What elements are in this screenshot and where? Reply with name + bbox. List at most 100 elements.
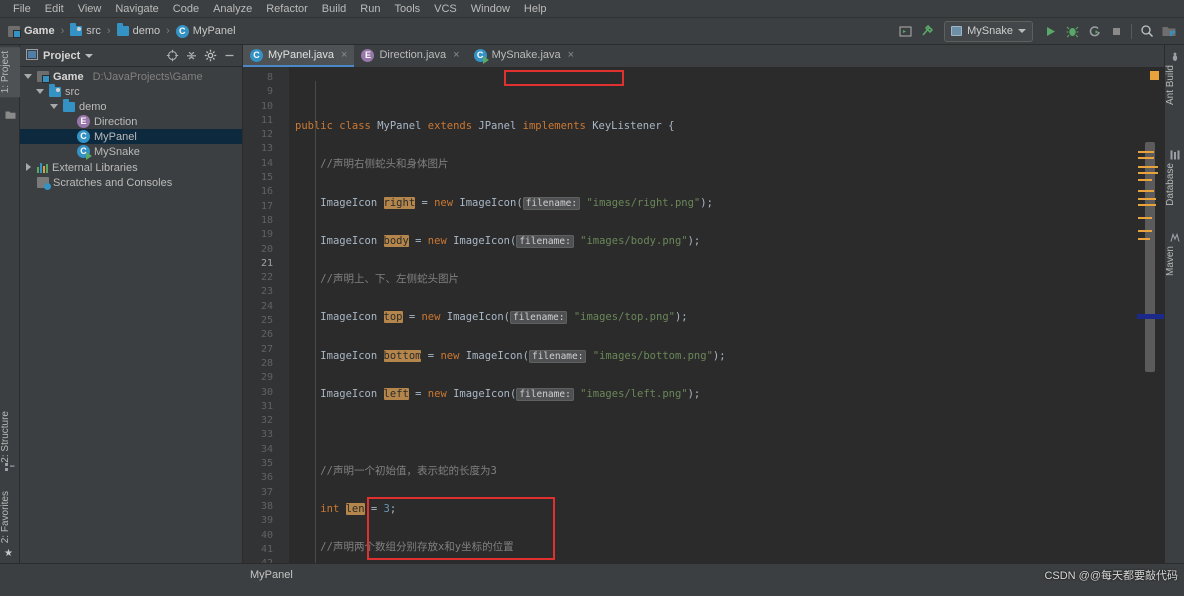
menu-item-run[interactable]: Run: [353, 0, 387, 18]
inspection-status-indicator[interactable]: [1150, 71, 1159, 80]
code-line-14[interactable]: ImageIcon bottom = new ImageIcon(filenam…: [289, 349, 1136, 363]
sidebar-tab-favorites[interactable]: 2: Favorites: [0, 487, 20, 547]
sidebar-tab-maven[interactable]: Maven: [1165, 242, 1184, 280]
line-number: 21: [260, 257, 273, 269]
code-line-12[interactable]: //声明上、下、左侧蛇头图片: [289, 272, 1136, 286]
line-number: 14: [260, 157, 273, 169]
debug-button[interactable]: [1061, 20, 1083, 42]
code-line-16[interactable]: [289, 425, 1136, 439]
search-everywhere-button[interactable]: [1136, 20, 1158, 42]
menu-item-build[interactable]: Build: [315, 0, 353, 18]
sidebar-tab-project[interactable]: 1: Project: [0, 47, 20, 98]
breadcrumb-label: demo: [132, 25, 161, 37]
code-line-18[interactable]: int len = 3;: [289, 502, 1136, 516]
menu-item-edit[interactable]: Edit: [38, 0, 71, 18]
line-number: 39: [260, 515, 273, 527]
select-opened-file-button[interactable]: [164, 47, 181, 64]
code-line-9[interactable]: //声明右侧蛇头和身体图片: [289, 157, 1136, 171]
menu-item-view[interactable]: View: [71, 0, 109, 18]
project-icon: [5, 107, 16, 119]
line-number: 27: [260, 343, 273, 355]
tree-item-label: MyPanel: [94, 130, 137, 143]
stripe-mark: [1138, 172, 1158, 174]
sidebar-tab-database[interactable]: Database: [1165, 159, 1184, 210]
run-config-icon: [951, 26, 963, 36]
build-button[interactable]: [916, 20, 938, 42]
code-line-11[interactable]: ImageIcon body = new ImageIcon(filename:…: [289, 234, 1136, 248]
editor-tab-direction[interactable]: E Direction.java ×: [354, 45, 466, 67]
stop-button[interactable]: [1105, 20, 1127, 42]
editor-tab-mysnake[interactable]: C MySnake.java ×: [467, 45, 582, 67]
editor-scrollbar-thumb[interactable]: [1145, 142, 1155, 372]
menu-item-analyze[interactable]: Analyze: [206, 0, 259, 18]
line-number: 20: [260, 243, 273, 255]
menu-item-file[interactable]: File: [6, 0, 38, 18]
editor-error-stripe[interactable]: [1136, 67, 1165, 563]
tree-item-mysnake[interactable]: C MySnake: [20, 144, 242, 160]
chevron-down-icon[interactable]: [50, 102, 59, 111]
tree-item-demo[interactable]: demo: [20, 98, 242, 114]
code-line-13[interactable]: ImageIcon top = new ImageIcon(filename: …: [289, 310, 1136, 325]
code-line-19[interactable]: //声明两个数组分别存放x和y坐标的位置: [289, 540, 1136, 554]
line-number: 19: [260, 229, 273, 241]
minimize-button[interactable]: [221, 47, 238, 64]
line-number: 28: [260, 357, 273, 369]
close-icon[interactable]: ×: [568, 49, 574, 61]
editor-gutter[interactable]: 8 9 10 11 12 13 14 15 16 17 18 19 20 21 …: [243, 67, 289, 583]
tree-item-game[interactable]: Game D:\JavaProjects\Game: [20, 69, 242, 84]
star-icon: ★: [4, 548, 13, 559]
close-icon[interactable]: ×: [341, 49, 347, 61]
run-button[interactable]: [1039, 20, 1061, 42]
menu-item-navigate[interactable]: Navigate: [108, 0, 165, 18]
menu-item-code[interactable]: Code: [166, 0, 206, 18]
breadcrumb-item-mypanel[interactable]: C MyPanel: [175, 24, 236, 38]
menu-item-refactor[interactable]: Refactor: [259, 0, 315, 18]
tree-item-src[interactable]: src: [20, 83, 242, 99]
line-number: 10: [260, 100, 273, 112]
menu-item-tools[interactable]: Tools: [387, 0, 427, 18]
line-number: 16: [260, 186, 273, 198]
show-layout-button[interactable]: [894, 20, 916, 42]
code-line-15[interactable]: ImageIcon left = new ImageIcon(filename:…: [289, 387, 1136, 402]
code-editor[interactable]: public class MyPanel extends JPanel impl…: [289, 67, 1136, 563]
code-line-8[interactable]: public class MyPanel extends JPanel impl…: [289, 119, 1136, 133]
stripe-mark: [1138, 151, 1154, 153]
toolbar-divider: [1131, 23, 1132, 39]
chevron-down-icon[interactable]: [85, 53, 94, 58]
class-icon: C: [250, 48, 263, 62]
tree-item-direction[interactable]: E Direction: [20, 114, 242, 129]
stripe-mark: [1138, 157, 1154, 159]
menu-item-help[interactable]: Help: [517, 0, 554, 18]
chevron-down-icon[interactable]: [36, 87, 45, 96]
sidebar-tab-label: Ant Build: [1165, 65, 1176, 106]
editor-tab-mypanel[interactable]: C MyPanel.java ×: [243, 45, 355, 67]
chevron-right-icon[interactable]: [24, 163, 33, 172]
sidebar-tab-label: 2: Favorites: [0, 490, 11, 543]
code-line-17[interactable]: //声明一个初始值，表示蛇的长度为3: [289, 464, 1136, 478]
menu-item-vcs[interactable]: VCS: [427, 0, 464, 18]
breadcrumb-item-src[interactable]: src: [70, 23, 101, 37]
module-icon: [8, 25, 21, 38]
chevron-down-icon[interactable]: [24, 72, 33, 81]
project-panel-header: Project: [20, 45, 242, 67]
navigation-toolbar: Game › src › demo › C MyPanel MySnake: [0, 18, 1184, 45]
run-configuration-selector[interactable]: MySnake: [944, 20, 1033, 42]
enum-icon: E: [361, 48, 375, 62]
tree-item-scratches-and-consoles[interactable]: Scratches and Consoles: [20, 175, 242, 190]
breadcrumb-item-demo[interactable]: demo: [116, 23, 161, 37]
project-tree: Game D:\JavaProjects\Game src demo E Dir…: [20, 67, 242, 563]
breadcrumb-item-game[interactable]: Game: [8, 25, 55, 38]
status-bar-breadcrumb[interactable]: MyPanel: [242, 569, 293, 581]
tree-item-mypanel[interactable]: C MyPanel: [20, 129, 242, 144]
gear-icon[interactable]: [202, 47, 219, 64]
stripe-mark: [1138, 179, 1152, 181]
tree-item-external-libraries[interactable]: External Libraries: [20, 160, 242, 175]
project-structure-button[interactable]: [1158, 20, 1180, 42]
code-line-10[interactable]: ImageIcon right = new ImageIcon(filename…: [289, 196, 1136, 210]
close-icon[interactable]: ×: [453, 49, 459, 61]
run-coverage-button[interactable]: [1083, 20, 1105, 42]
class-icon: C: [77, 130, 90, 143]
menu-item-window[interactable]: Window: [464, 0, 517, 18]
collapse-all-button[interactable]: [183, 47, 200, 64]
sidebar-tab-ant-build[interactable]: Ant Build: [1165, 61, 1184, 109]
